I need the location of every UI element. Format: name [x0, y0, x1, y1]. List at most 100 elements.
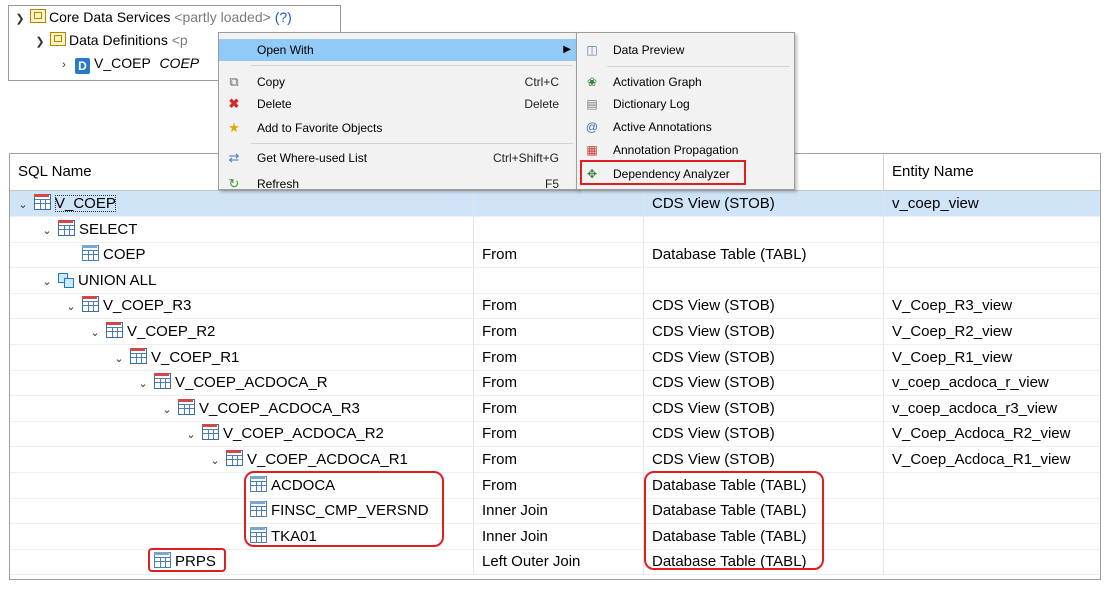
- view-icon: [226, 450, 243, 466]
- submenu-item-dictionary-log[interactable]: ▤ Dictionary Log: [577, 93, 794, 115]
- table-row[interactable]: ⌄ V_COEP_R1 From CDS View (STOB) V_Coep_R1_v…: [10, 345, 1100, 371]
- menu-item-copy[interactable]: ⧉ Copy Ctrl+C: [219, 71, 577, 93]
- highlight-prps: [148, 548, 226, 572]
- menu-item-label: Get Where-used List: [257, 151, 368, 165]
- menu-item-where-used[interactable]: ⇄ Get Where-used List Ctrl+Shift+G: [219, 147, 577, 169]
- cell-sql-name: COEP: [10, 242, 474, 268]
- table-row[interactable]: ⌄ V_COEP_ACDOCA_R1 From CDS View (STOB) V_Co…: [10, 447, 1100, 473]
- chevron-right-icon[interactable]: ›: [57, 55, 71, 75]
- cell-entity-name: [884, 524, 1100, 550]
- menu-separator: [251, 65, 573, 66]
- row-name: COEP: [103, 246, 146, 263]
- table-row[interactable]: ⌄ V_COEP CDS View (STOB) v_coep_view: [10, 191, 1100, 217]
- submenu-item-annotation-propagation[interactable]: ▦ Annotation Propagation: [577, 139, 794, 161]
- cell-type: CDS View (STOB): [644, 421, 884, 447]
- table-row[interactable]: ⌄ V_COEP_ACDOCA_R From CDS View (STOB) v_coe…: [10, 370, 1100, 396]
- chevron-down-icon[interactable]: ⌄: [208, 448, 222, 472]
- tree-node-data-definitions[interactable]: ❯ Data Definitions <p: [33, 30, 188, 50]
- cell-relation: From: [474, 319, 644, 345]
- chevron-down-icon[interactable]: ⌄: [88, 320, 102, 344]
- copy-icon: ⧉: [229, 74, 239, 89]
- chevron-down-icon[interactable]: ⌄: [160, 397, 174, 421]
- table-row[interactable]: ⌄ V_COEP_ACDOCA_R3 From CDS View (STOB) v_co…: [10, 396, 1100, 422]
- chevron-down-icon[interactable]: ⌄: [40, 218, 54, 242]
- tree-node-v-coep[interactable]: › D V_COEP COEP: [57, 53, 199, 75]
- row-name: V_COEP_ACDOCA_R3: [199, 400, 360, 417]
- cell-relation: [474, 217, 644, 243]
- menu-item-open-with[interactable]: Open With ▶: [219, 39, 577, 61]
- node-label: Core Data Services: [49, 9, 171, 25]
- submenu-item-data-preview[interactable]: ◫ Data Preview: [577, 39, 794, 61]
- table-row[interactable]: ⌄ UNION ALL: [10, 268, 1100, 294]
- cell-entity-name: [884, 498, 1100, 524]
- table-row[interactable]: FINSC_CMP_VERSND Inner Join Database Table…: [10, 498, 1100, 524]
- column-header-entity-name[interactable]: Entity Name: [884, 154, 1100, 190]
- menu-item-label: Delete: [257, 97, 292, 111]
- chevron-down-icon[interactable]: ⌄: [184, 422, 198, 446]
- chevron-down-icon[interactable]: ❯: [13, 9, 27, 29]
- ddl-source-icon: D: [75, 58, 90, 74]
- table-row[interactable]: COEP From Database Table (TABL): [10, 242, 1100, 268]
- cell-type: CDS View (STOB): [644, 447, 884, 473]
- cell-relation: Left Outer Join: [474, 549, 644, 575]
- folder-icon: [30, 9, 46, 23]
- cell-entity-name: V_Coep_R1_view: [884, 345, 1100, 371]
- submenu-item-activation-graph[interactable]: ❀ Activation Graph: [577, 71, 794, 93]
- chevron-down-icon[interactable]: ❯: [33, 32, 47, 52]
- cell-entity-name: v_coep_acdoca_r3_view: [884, 396, 1100, 422]
- cell-sql-name: ⌄ V_COEP_R1: [10, 345, 474, 371]
- cell-relation: From: [474, 421, 644, 447]
- tree-node-core-data-services[interactable]: ❯ Core Data Services <partly loaded> (?): [13, 7, 292, 27]
- chevron-down-icon[interactable]: ⌄: [16, 192, 30, 216]
- menu-item-shortcut: F5: [544, 177, 559, 188]
- chevron-down-icon[interactable]: ⌄: [40, 269, 54, 293]
- chevron-down-icon[interactable]: ⌄: [64, 294, 78, 318]
- menu-item-shortcut: Delete: [524, 97, 559, 111]
- menu-item-add-favorite[interactable]: ★ Add to Favorite Objects: [219, 117, 577, 139]
- dictionary-log-icon: ▤: [586, 97, 598, 111]
- table-row[interactable]: ⌄ SELECT: [10, 217, 1100, 243]
- cell-relation: Inner Join: [474, 524, 644, 550]
- cell-sql-name: ⌄ V_COEP: [10, 191, 474, 217]
- chevron-down-icon[interactable]: ⌄: [136, 371, 150, 395]
- help-link[interactable]: (?): [275, 9, 292, 25]
- table-row[interactable]: ACDOCA From Database Table (TABL): [10, 473, 1100, 499]
- cell-sql-name: ⌄ V_COEP_R2: [10, 319, 474, 345]
- view-icon: [178, 399, 195, 415]
- menu-item-delete[interactable]: ✖ Delete Delete: [219, 93, 577, 115]
- where-used-icon: ⇄: [228, 150, 240, 165]
- star-icon: ★: [228, 120, 240, 135]
- menu-item-refresh[interactable]: ↻ Refresh F5: [219, 173, 577, 189]
- menu-item-label: Open With: [257, 43, 314, 57]
- cell-entity-name: [884, 242, 1100, 268]
- table-row[interactable]: ⌄ V_COEP_ACDOCA_R2 From CDS View (STOB) V_Co…: [10, 421, 1100, 447]
- submenu-item-active-annotations[interactable]: @ Active Annotations: [577, 116, 794, 138]
- cell-relation: [474, 191, 644, 217]
- table-icon: [82, 245, 99, 261]
- table-row[interactable]: ⌄ V_COEP_R2 From CDS View (STOB) V_Coep_R2_v…: [10, 319, 1100, 345]
- submenu-item-label: Activation Graph: [613, 75, 702, 89]
- chevron-down-icon[interactable]: ⌄: [112, 346, 126, 370]
- cell-type: [644, 268, 884, 294]
- node-status: <partly loaded>: [174, 9, 271, 25]
- menu-item-label: Refresh: [257, 177, 300, 188]
- menu-item-label: Add to Favorite Objects: [257, 121, 383, 135]
- cell-entity-name: [884, 549, 1100, 575]
- cell-entity-name: [884, 217, 1100, 243]
- cell-relation: From: [474, 345, 644, 371]
- table-row[interactable]: TKA01 Inner Join Database Table (TABL): [10, 524, 1100, 550]
- union-icon: [58, 273, 74, 288]
- cell-relation: From: [474, 242, 644, 268]
- cell-relation: From: [474, 447, 644, 473]
- row-name: V_COEP_R1: [151, 349, 240, 366]
- submenu-item-label: Annotation Propagation: [613, 143, 739, 157]
- cell-type: CDS View (STOB): [644, 191, 884, 217]
- cell-relation: From: [474, 293, 644, 319]
- table-row[interactable]: ⌄ V_COEP_R3 From CDS View (STOB) V_Coep_R3_v…: [10, 293, 1100, 319]
- highlight-table-types: [644, 471, 824, 570]
- menu-separator: [607, 66, 790, 67]
- cell-sql-name: PRPS: [10, 549, 474, 575]
- view-icon: [154, 373, 171, 389]
- cell-sql-name: ⌄ V_COEP_ACDOCA_R3: [10, 396, 474, 422]
- cell-type: Database Table (TABL): [644, 242, 884, 268]
